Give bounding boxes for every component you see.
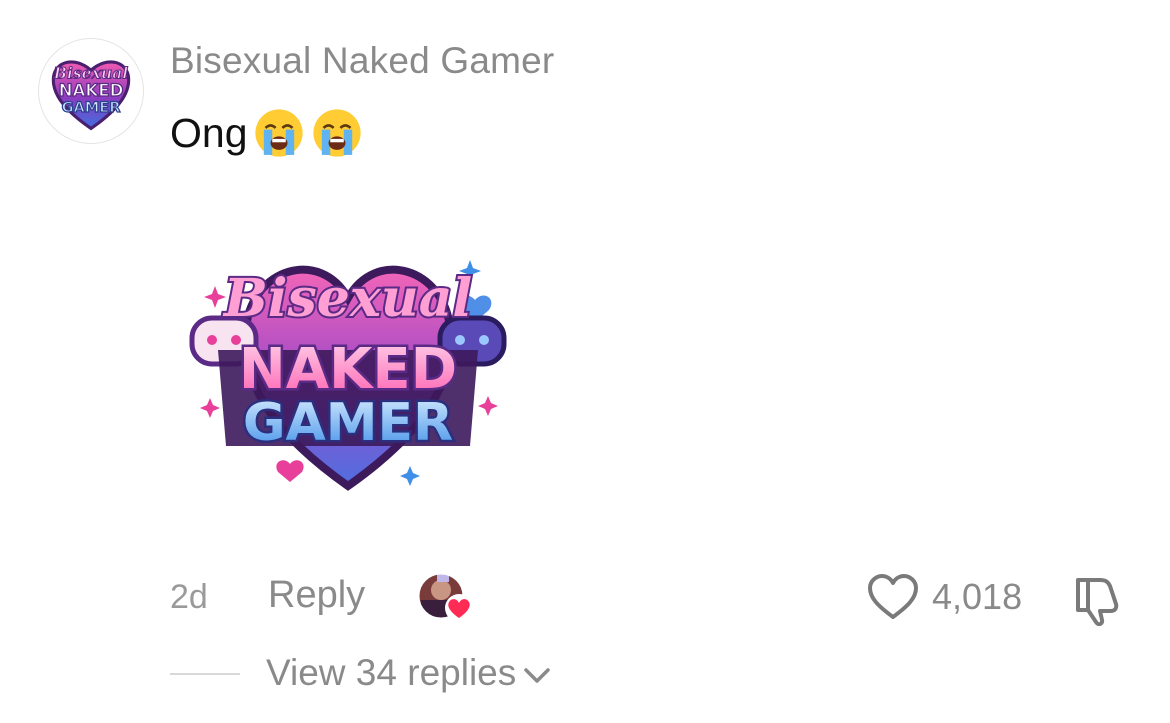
- view-replies-button[interactable]: View 34 replies: [266, 652, 552, 694]
- avatar[interactable]: Bisexual NAKED GAMER: [38, 38, 144, 144]
- creator-liked-avatar-icon: [417, 572, 475, 624]
- reply-button[interactable]: Reply: [268, 574, 365, 617]
- like-button[interactable]: 4,018: [866, 572, 1022, 622]
- bisexual-naked-gamer-logo-icon: Bisexual NAKED GAMER: [189, 260, 507, 491]
- svg-text:Bisexual: Bisexual: [53, 64, 129, 83]
- bisexual-naked-gamer-logo-icon: Bisexual NAKED GAMER: [51, 60, 131, 131]
- svg-text:GAMER: GAMER: [62, 99, 121, 116]
- heart-outline-icon[interactable]: [866, 572, 920, 622]
- loudly-crying-face-emoji: [252, 106, 306, 160]
- svg-text:GAMER: GAMER: [243, 393, 453, 453]
- timestamp: 2d: [170, 578, 208, 616]
- loudly-crying-face-emoji: [310, 106, 364, 160]
- username[interactable]: Bisexual Naked Gamer: [170, 40, 554, 82]
- chevron-down-icon: [522, 663, 552, 687]
- view-replies-label: View 34 replies: [266, 652, 517, 693]
- heart-badge-icon: [445, 594, 473, 622]
- comment-text: Ong: [170, 106, 364, 160]
- comment-body: Ong: [170, 109, 248, 156]
- svg-text:Bisexual: Bisexual: [222, 268, 472, 329]
- thumbs-down-icon[interactable]: [1070, 570, 1126, 626]
- like-count: 4,018: [932, 576, 1023, 617]
- svg-text:NAKED: NAKED: [59, 81, 124, 100]
- replies-divider: [170, 673, 240, 675]
- attached-image[interactable]: Bisexual NAKED GAMER: [170, 188, 526, 544]
